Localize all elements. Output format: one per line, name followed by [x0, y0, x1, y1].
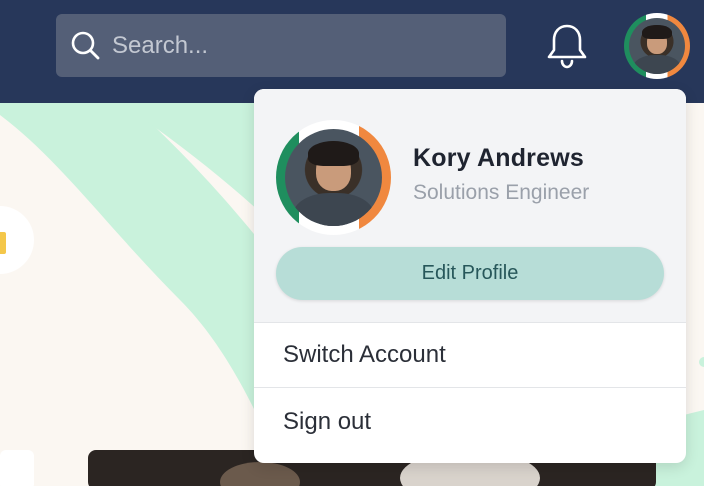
edit-profile-button[interactable]: Edit Profile — [276, 247, 664, 300]
sign-out-item[interactable]: Sign out — [254, 389, 686, 454]
profile-dropdown: Kory Andrews Solutions Engineer Edit Pro… — [254, 89, 686, 463]
profile-header: Kory Andrews Solutions Engineer Edit Pro… — [254, 89, 686, 323]
search-box[interactable] — [56, 14, 506, 77]
bell-icon — [547, 24, 587, 69]
profile-avatar — [276, 120, 391, 235]
search-icon — [71, 31, 100, 59]
switch-account-item[interactable]: Switch Account — [254, 323, 686, 388]
search-input[interactable] — [110, 30, 494, 61]
profile-name: Kory Andrews — [413, 144, 584, 172]
profile-avatar-image — [285, 129, 382, 226]
avatar-image — [629, 18, 685, 74]
notifications-button[interactable] — [544, 22, 590, 70]
user-avatar-button[interactable] — [624, 13, 690, 79]
profile-role: Solutions Engineer — [413, 181, 590, 204]
top-navigation-bar — [0, 0, 704, 103]
